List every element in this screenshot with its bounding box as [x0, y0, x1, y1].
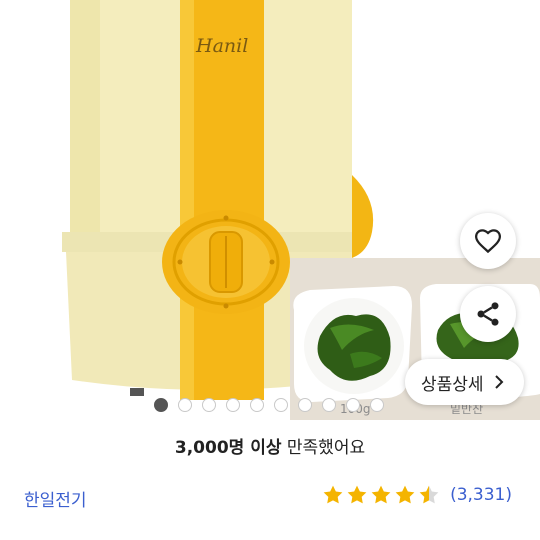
pagination-dot[interactable] — [370, 398, 384, 412]
star-icon — [347, 485, 367, 504]
brand-link[interactable]: 한일전기 — [24, 486, 87, 511]
pagination-dot[interactable] — [250, 398, 264, 412]
share-button[interactable] — [460, 286, 516, 342]
pagination-dot[interactable] — [346, 398, 360, 412]
pagination-dot[interactable] — [178, 398, 192, 412]
pagination-dot[interactable] — [154, 398, 168, 412]
pagination-dot[interactable] — [202, 398, 216, 412]
review-count[interactable]: (3,331) — [450, 485, 512, 505]
star-rating — [322, 484, 440, 506]
pagination-dot[interactable] — [322, 398, 336, 412]
wishlist-button[interactable] — [460, 213, 516, 269]
star-icon — [371, 485, 391, 504]
satisfaction-line: 3,000명 이상 만족했어요 — [0, 433, 540, 458]
pagination-dot[interactable] — [274, 398, 288, 412]
star-icon — [395, 485, 415, 504]
product-detail-label: 상품상세 — [421, 374, 484, 395]
share-icon — [477, 302, 499, 326]
heart-icon — [474, 229, 502, 254]
star-icon — [419, 485, 439, 504]
star-icon — [323, 485, 343, 504]
brand-logo: Hanil — [195, 35, 248, 57]
pagination-dot[interactable] — [298, 398, 312, 412]
product-image-gallery[interactable]: Hanil 100g 밑반찬 — [0, 0, 540, 420]
pagination-dot[interactable] — [226, 398, 240, 412]
satisfaction-count: 3,000명 이상 — [174, 438, 282, 458]
chevron-right-icon — [492, 375, 506, 389]
gallery-pagination — [154, 398, 384, 412]
rating-summary[interactable]: (3,331) — [322, 484, 512, 506]
divider — [0, 532, 540, 540]
satisfaction-text: 만족했어요 — [286, 438, 366, 458]
product-detail-button[interactable]: 상품상세 — [405, 359, 524, 405]
